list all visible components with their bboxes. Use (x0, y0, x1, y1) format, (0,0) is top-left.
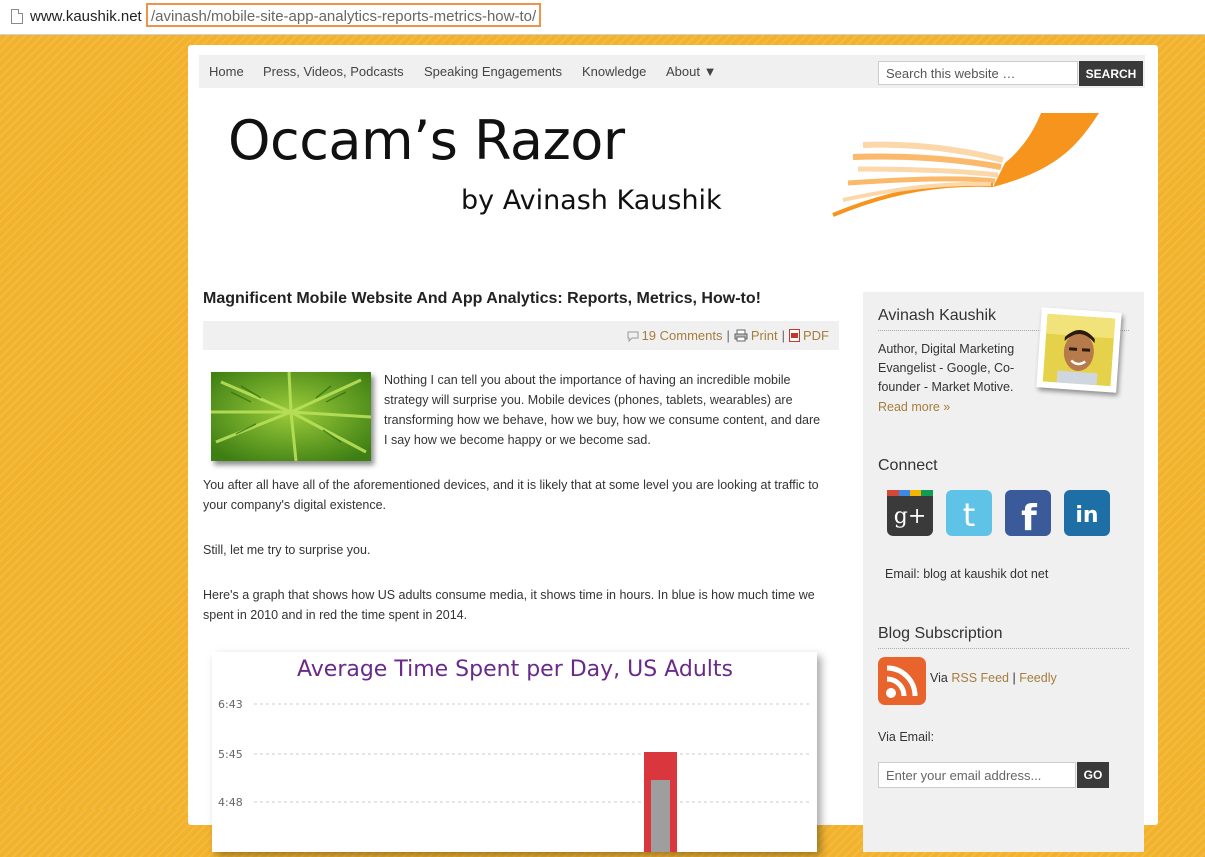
rss-feed-link[interactable]: RSS Feed (951, 671, 1009, 685)
pdf-link[interactable]: PDF (803, 328, 829, 343)
subscription-heading: Blog Subscription (878, 625, 1003, 642)
printer-icon (734, 329, 748, 345)
via-email-label: Via Email: (878, 730, 935, 744)
address-bar[interactable]: www.kaushik.net /avinash/mobile-site-app… (0, 0, 1205, 35)
twitter-glyph: t (963, 496, 976, 534)
chart-title: Average Time Spent per Day, US Adults (297, 657, 733, 682)
nav-home[interactable]: Home (209, 64, 244, 79)
pdf-icon (789, 329, 800, 345)
fern-image (211, 372, 371, 461)
article-paragraph: Still, let me try to surprise you. (203, 543, 371, 557)
comment-icon (627, 330, 639, 345)
chart-canvas: Average Time Spent per Day, US Adults 6:4… (218, 657, 810, 852)
y-tick-label: 4:48 (218, 796, 243, 809)
google-plus-icon[interactable]: g+ (887, 490, 933, 536)
linkedin-icon[interactable]: in (1064, 490, 1110, 536)
twitter-icon[interactable]: t (946, 490, 992, 536)
author-heading: Avinash Kaushik (878, 307, 996, 324)
nav-press[interactable]: Press, Videos, Podcasts (263, 64, 404, 79)
article-meta-bar: 19 Comments | Print | PDF (203, 321, 839, 350)
print-link[interactable]: Print (751, 328, 778, 343)
subscribe-options: Via RSS Feed | Feedly (930, 669, 1057, 688)
nav-about[interactable]: About ▼ (666, 64, 716, 79)
razor-logo-icon (832, 113, 1099, 217)
link-separator: | (1012, 671, 1016, 685)
avatar-photo (1042, 313, 1116, 387)
subscribe-email-input[interactable] (878, 762, 1076, 788)
search-button[interactable]: SEARCH (1079, 61, 1143, 86)
comments-link[interactable]: 19 Comments (642, 328, 723, 343)
google-plus-glyph: g+ (894, 504, 927, 529)
read-more-link[interactable]: Read more » (878, 398, 950, 417)
linkedin-glyph: in (1075, 503, 1098, 528)
facebook-glyph: f (1021, 498, 1037, 536)
subscribe-go-button[interactable]: GO (1077, 762, 1109, 788)
nav-speaking[interactable]: Speaking Engagements (424, 64, 562, 79)
site-subtitle: by Avinash Kaushik (461, 185, 722, 216)
search-input[interactable] (878, 61, 1078, 85)
url-path-highlight[interactable]: /avinash/mobile-site-app-analytics-repor… (146, 3, 542, 27)
bar-2010 (651, 780, 670, 852)
contact-email-text: Email: blog at kaushik dot net (885, 567, 1049, 581)
article-title[interactable]: Magnificent Mobile Website And App Analy… (203, 290, 761, 308)
via-label: Via (930, 671, 948, 685)
rss-icon[interactable] (878, 657, 926, 705)
site-title[interactable]: Occam’s Razor (228, 109, 625, 172)
page-container: Home Press, Videos, Podcasts Speaking En… (188, 45, 1158, 852)
y-tick-label: 5:45 (218, 748, 243, 761)
author-avatar (1036, 307, 1122, 393)
nav-knowledge[interactable]: Knowledge (582, 64, 646, 79)
top-nav: Home Press, Videos, Podcasts Speaking En… (199, 55, 1145, 88)
facebook-icon[interactable]: f (1005, 490, 1051, 539)
divider (878, 648, 1129, 649)
url-host[interactable]: www.kaushik.net (30, 8, 142, 25)
article-paragraph: Here's a graph that shows how US adults … (203, 588, 815, 622)
author-bio: Author, Digital Marketing Evangelist - G… (878, 342, 1015, 394)
time-spent-chart: Average Time Spent per Day, US Adults 6:4… (212, 652, 817, 852)
y-tick-label: 6:43 (218, 698, 243, 711)
page-icon (11, 9, 23, 24)
sidebar: Avinash Kaushik Author, Digital Marketin… (863, 292, 1144, 852)
feedly-link[interactable]: Feedly (1019, 671, 1057, 685)
article-paragraph: Nothing I can tell you about the importa… (384, 373, 821, 447)
connect-heading: Connect (878, 457, 938, 474)
article-paragraph: You after all have all of the aforementi… (203, 478, 819, 512)
